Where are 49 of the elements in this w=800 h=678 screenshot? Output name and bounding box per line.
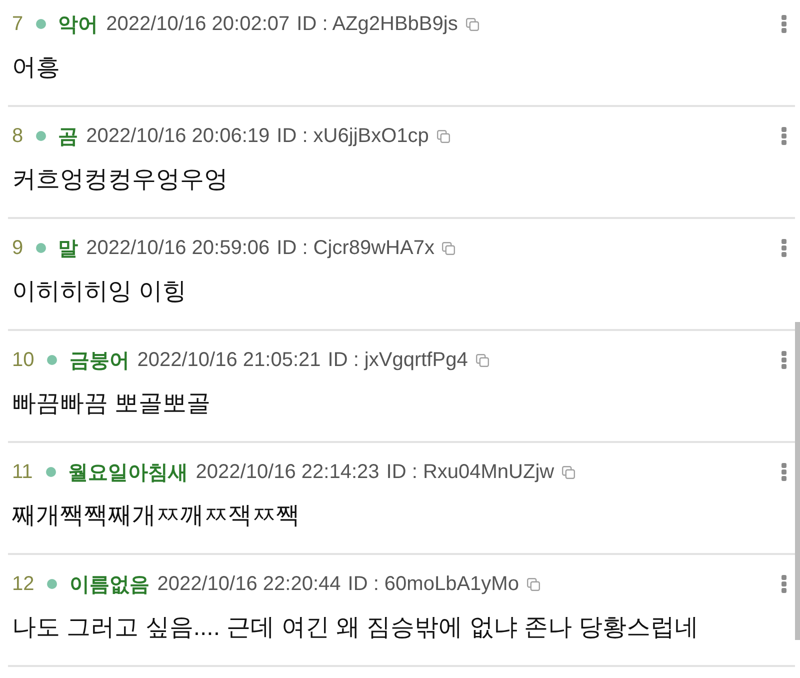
- status-dot-icon: [36, 131, 46, 141]
- author-name: 이름없음: [69, 572, 150, 598]
- copy-icon[interactable]: [526, 578, 540, 590]
- kebab-menu-icon[interactable]: [781, 351, 787, 369]
- kebab-menu-icon[interactable]: [781, 239, 787, 257]
- post-id: ID : 60moLbA1yMo: [348, 572, 519, 596]
- post-body: 째개짹짹째개ㅉ깨ㅉ잭ㅉ짹: [12, 501, 301, 531]
- author-name: 말: [58, 236, 78, 262]
- author-name: 월요일아침새: [68, 460, 188, 486]
- post-datetime: 2022/10/16 20:02:07: [106, 12, 290, 36]
- status-dot-icon: [46, 467, 56, 477]
- post-body: 나도 그러고 싶음.... 근데 여긴 왜 짐승밖에 없냐 존나 당황스럽네: [12, 613, 700, 643]
- status-dot-icon: [47, 355, 58, 365]
- author-name: 곰: [58, 124, 78, 150]
- scrollbar-thumb[interactable]: [795, 322, 800, 640]
- kebab-menu-icon[interactable]: [781, 127, 787, 145]
- post-id: ID : Cjcr89wHA7x: [276, 236, 434, 260]
- author-name: 악어: [58, 12, 98, 38]
- post-id: ID : AZg2HBbB9js: [296, 12, 458, 36]
- post-datetime: 2022/10/16 21:05:21: [137, 348, 321, 372]
- author-name: 금붕어: [69, 348, 130, 374]
- kebab-menu-icon[interactable]: [781, 15, 787, 33]
- post-body: 빠끔빠끔 뽀골뽀골: [12, 389, 212, 419]
- post-datetime: 2022/10/16 22:14:23: [196, 460, 380, 484]
- post-number: 7: [12, 12, 24, 36]
- post-body: 어흥: [12, 53, 61, 83]
- copy-icon[interactable]: [466, 18, 479, 30]
- status-dot-icon: [47, 579, 58, 589]
- kebab-menu-icon[interactable]: [781, 575, 787, 593]
- status-dot-icon: [36, 243, 46, 253]
- post-datetime: 2022/10/16 20:06:19: [86, 124, 270, 148]
- copy-icon[interactable]: [442, 242, 456, 254]
- post-body: 커흐엉컹컹우엉우엉: [12, 165, 229, 195]
- kebab-menu-icon[interactable]: [781, 463, 787, 481]
- post-id: ID : xU6jjBxO1cp: [276, 124, 429, 148]
- post-body: 이히히히잉 이힝: [12, 277, 188, 307]
- post-number: 8: [12, 124, 24, 148]
- post-number: 10: [12, 348, 34, 372]
- post-number: 12: [12, 572, 34, 596]
- post-datetime: 2022/10/16 22:20:44: [157, 572, 341, 596]
- copy-icon[interactable]: [436, 130, 450, 142]
- post-number: 9: [12, 236, 24, 260]
- copy-icon[interactable]: [562, 466, 576, 478]
- copy-icon[interactable]: [476, 354, 489, 366]
- post-datetime: 2022/10/16 20:59:06: [86, 236, 270, 260]
- post-id: ID : Rxu04MnUZjw: [386, 460, 554, 484]
- post-id: ID : jxVgqrtfPg4: [328, 348, 468, 372]
- status-dot-icon: [36, 19, 46, 29]
- post-number: 11: [12, 460, 33, 484]
